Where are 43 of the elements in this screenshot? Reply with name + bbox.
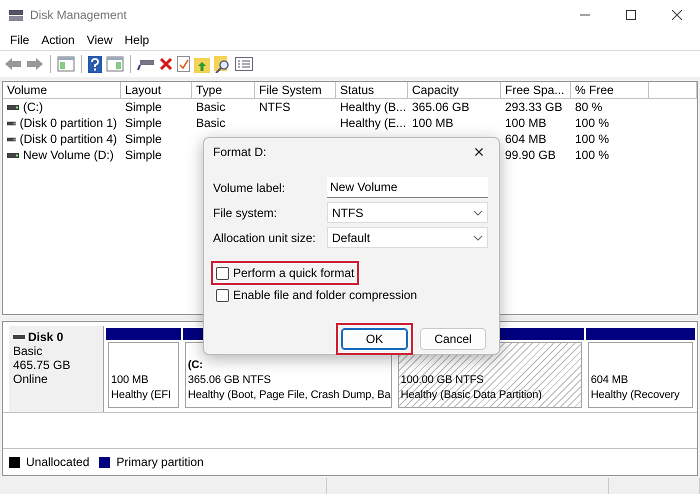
table-cell: 100 % bbox=[575, 132, 610, 146]
table-cell: 293.33 GB bbox=[505, 100, 562, 114]
partition-status: Healthy (Recovery bbox=[590, 388, 680, 403]
disk-name: Disk 0 bbox=[28, 330, 64, 344]
window-title: Disk Management bbox=[30, 8, 128, 22]
partition-status: Healthy (Boot, Page File, Crash Dump, Ba bbox=[188, 388, 389, 403]
table-cell: Simple bbox=[125, 116, 162, 130]
table-cell: 100 % bbox=[575, 116, 610, 130]
table-cell: New Volume (D:) bbox=[23, 148, 114, 162]
legend-label: Unallocated bbox=[26, 455, 90, 469]
table-cell: 99.90 GB bbox=[505, 148, 556, 162]
field-label: File system: bbox=[213, 206, 278, 220]
partition-status: Healthy (EFI bbox=[111, 388, 172, 403]
table-cell: 365.06 GB bbox=[412, 100, 470, 114]
table-cell: 100 MB bbox=[505, 116, 546, 130]
field-label: Allocation unit size: bbox=[213, 230, 317, 244]
table-cell: Basic bbox=[196, 116, 226, 130]
partition-size: 604 MB bbox=[590, 373, 629, 388]
table-cell: NTFS bbox=[259, 100, 290, 114]
table-cell: 80 % bbox=[575, 100, 602, 114]
table-cell: 604 MB bbox=[505, 132, 546, 146]
disk-status: Online bbox=[13, 372, 49, 386]
table-cell: Simple bbox=[125, 100, 162, 114]
partition-label: (C: bbox=[188, 358, 204, 373]
table-cell: (C:) bbox=[23, 100, 43, 114]
table-cell: 100 % bbox=[575, 148, 610, 162]
table-cell: Simple bbox=[125, 132, 162, 146]
legend-label: Primary partition bbox=[116, 455, 204, 469]
field-label: Volume label: bbox=[213, 180, 286, 194]
table-cell: 100 MB bbox=[412, 116, 454, 130]
partition-size: 365.06 GB NTFS bbox=[188, 373, 272, 388]
dialog-title: Format D: bbox=[213, 145, 266, 159]
partition-size: 100.00 GB NTFS bbox=[400, 373, 485, 388]
table-cell: Healthy (B... bbox=[340, 100, 406, 114]
partition-status: Healthy (Basic Data Partition) bbox=[400, 388, 543, 403]
table-cell: Basic bbox=[196, 100, 226, 114]
disk-size: 465.75 GB bbox=[13, 358, 72, 372]
table-cell: Healthy (E... bbox=[340, 116, 406, 130]
table-cell: (Disk 0 partition 4) bbox=[20, 132, 117, 146]
partition-size: 100 MB bbox=[111, 373, 150, 388]
disk-type: Basic bbox=[13, 344, 44, 358]
table-cell: (Disk 0 partition 1) bbox=[20, 116, 117, 130]
table-cell: Simple bbox=[125, 148, 162, 162]
